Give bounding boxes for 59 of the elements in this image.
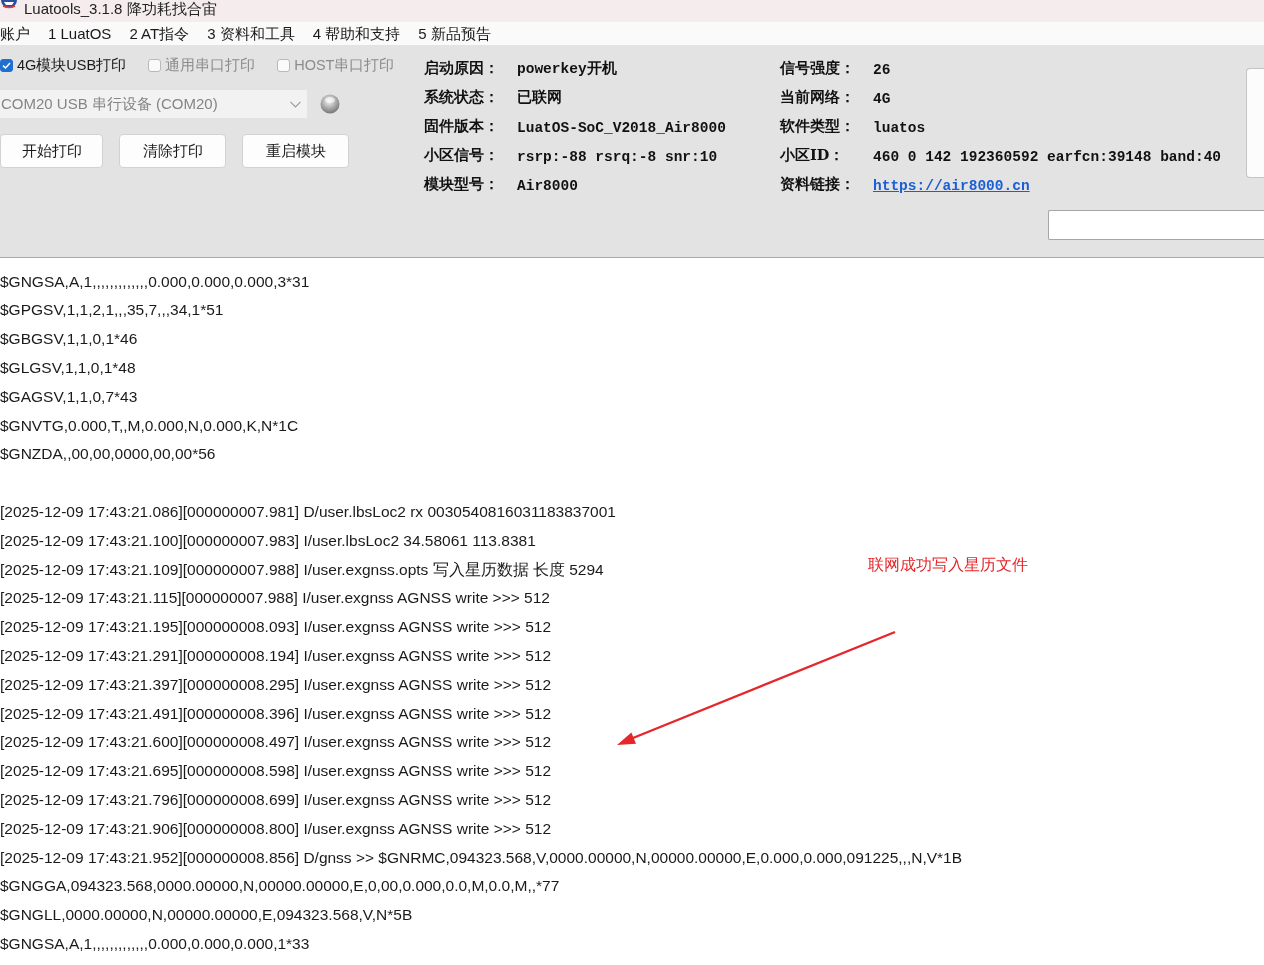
action-button[interactable]: 开始打印 <box>0 134 103 168</box>
log-line: $GNGGA,094323.568,0000.00000,N,00000.00000,E,0,00,0.000,0.0,M,0.0,M,,*77 <box>0 876 560 897</box>
info-label: 当前网络： <box>780 88 856 107</box>
info-value: 460 0 142 192360592 earfcn:39148 band:40 <box>873 148 1222 165</box>
info-value: Air8000 <box>517 177 578 194</box>
info-value: rsrp:-88 rsrq:-8 snr:10 <box>517 148 718 165</box>
menu-item[interactable]: 1 LuatOS <box>48 23 112 44</box>
log-line: $GNGSA,A,1,,,,,,,,,,,,,0.000,0.000,0.000,3*31 <box>0 271 310 292</box>
info-label: 信号强度： <box>780 59 856 78</box>
log-line: [2025-12-09 17:43:21.796][000000008.699] I/user.exgnss AGNSS write >>> 512 <box>0 789 552 810</box>
log-line: $GNGSA,A,1,,,,,,,,,,,,,0.000,0.000,0.000,1*33 <box>0 933 310 954</box>
input-field[interactable] <box>1048 210 1264 240</box>
log-line: $GAGSV,1,1,0,7*43 <box>0 386 138 407</box>
info-value: 已联网 <box>517 90 562 106</box>
info-label: 固件版本： <box>424 117 500 136</box>
log-line: [2025-12-09 17:43:21.952][000000008.856] D/gnss >> $GNRMC,094323.568,V,0000.00000,N,00000.00000,E,0.000,0.000,091225,,,N,V*1B <box>0 847 963 868</box>
info-value: powerkey开机 <box>517 61 617 77</box>
info-label: 启动原因： <box>424 59 500 78</box>
info-value: 4G <box>873 90 891 107</box>
log-line: [2025-12-09 17:43:21.115][000000007.988] I/user.exgnss AGNSS write >>> 512 <box>0 588 550 609</box>
info-label: 小区信号： <box>424 146 500 165</box>
menu-item[interactable]: 账户 <box>0 23 30 44</box>
log-line: [2025-12-09 17:43:21.491][000000008.396] I/user.exgnss AGNSS write >>> 512 <box>0 703 552 724</box>
log-line: $GLGSV,1,1,0,1*48 <box>0 358 136 378</box>
action-button[interactable]: 清除打印 <box>119 134 226 168</box>
log-line: [2025-12-09 17:43:21.600][000000008.497] I/user.exgnss AGNSS write >>> 512 <box>0 732 552 753</box>
print-option-checkbox[interactable]: 4G模块USB打印 <box>0 55 127 75</box>
log-line: $GNVTG,0.000,T,,M,0.000,N,0.000,K,N*1C <box>0 415 299 436</box>
info-link[interactable]: https://air8000.cn <box>873 177 1030 194</box>
log-line: [2025-12-09 17:43:21.695][000000008.598] I/user.exgnss AGNSS write >>> 512 <box>0 761 552 782</box>
status-light-icon <box>320 94 340 114</box>
window-title: Luatools_3.1.8 降功耗找合宙 <box>24 0 217 18</box>
log-line: $GBGSV,1,1,0,1*46 <box>0 329 138 350</box>
log-line: $GNZDA,,00,00,0000,00,00*56 <box>0 444 216 465</box>
annotation-text: 联网成功写入星历文件 <box>868 555 1028 575</box>
info-label: 资料链接： <box>780 175 856 194</box>
side-button[interactable] <box>1246 68 1264 178</box>
log-line: [2025-12-09 17:43:21.906][000000008.800] I/user.exgnss AGNSS write >>> 512 <box>0 818 552 839</box>
log-line: [2025-12-09 17:43:21.291][000000008.194] I/user.exgnss AGNSS write >>> 512 <box>0 645 552 666</box>
info-label: 小区ID： <box>780 146 846 165</box>
menu-item[interactable]: 5 新品预告 <box>418 23 491 44</box>
log-line: [2025-12-09 17:43:21.109][000000007.988] I/user.exgnss.opts 写入星历数据 长度 5294 <box>0 559 604 580</box>
info-value: luatos <box>873 119 926 136</box>
menu-item[interactable]: 3 资料和工具 <box>207 23 295 44</box>
log-line: $GNGLL,0000.00000,N,00000.00000,E,094323.568,V,N*5B <box>0 905 413 926</box>
log-line: [2025-12-09 17:43:21.086][000000007.981] D/user.lbsLoc2 rx 0030540816031183837001 <box>0 501 616 522</box>
log-line: [2025-12-09 17:43:21.195][000000008.093] I/user.exgnss AGNSS write >>> 512 <box>0 617 552 638</box>
menu-item[interactable]: 2 AT指令 <box>129 23 190 44</box>
info-label: 软件类型： <box>780 117 856 136</box>
action-button[interactable]: 重启模块 <box>242 134 349 168</box>
log-line: [2025-12-09 17:43:21.100][000000007.983] I/user.lbsLoc2 34.58061 113.8381 <box>0 530 536 551</box>
menu-item[interactable]: 4 帮助和支持 <box>312 23 401 44</box>
info-value: 26 <box>873 61 891 78</box>
info-label: 模块型号： <box>424 175 500 194</box>
log-line: [2025-12-09 17:43:21.397][000000008.295] I/user.exgnss AGNSS write >>> 512 <box>0 674 552 695</box>
chevron-down-icon <box>290 100 301 108</box>
log-line: $GPGSV,1,1,2,1,,,35,7,,,34,1*51 <box>0 300 224 321</box>
info-label: 系统状态： <box>424 88 500 107</box>
info-value: LuatOS-SoC_V2018_Air8000 <box>517 119 726 136</box>
